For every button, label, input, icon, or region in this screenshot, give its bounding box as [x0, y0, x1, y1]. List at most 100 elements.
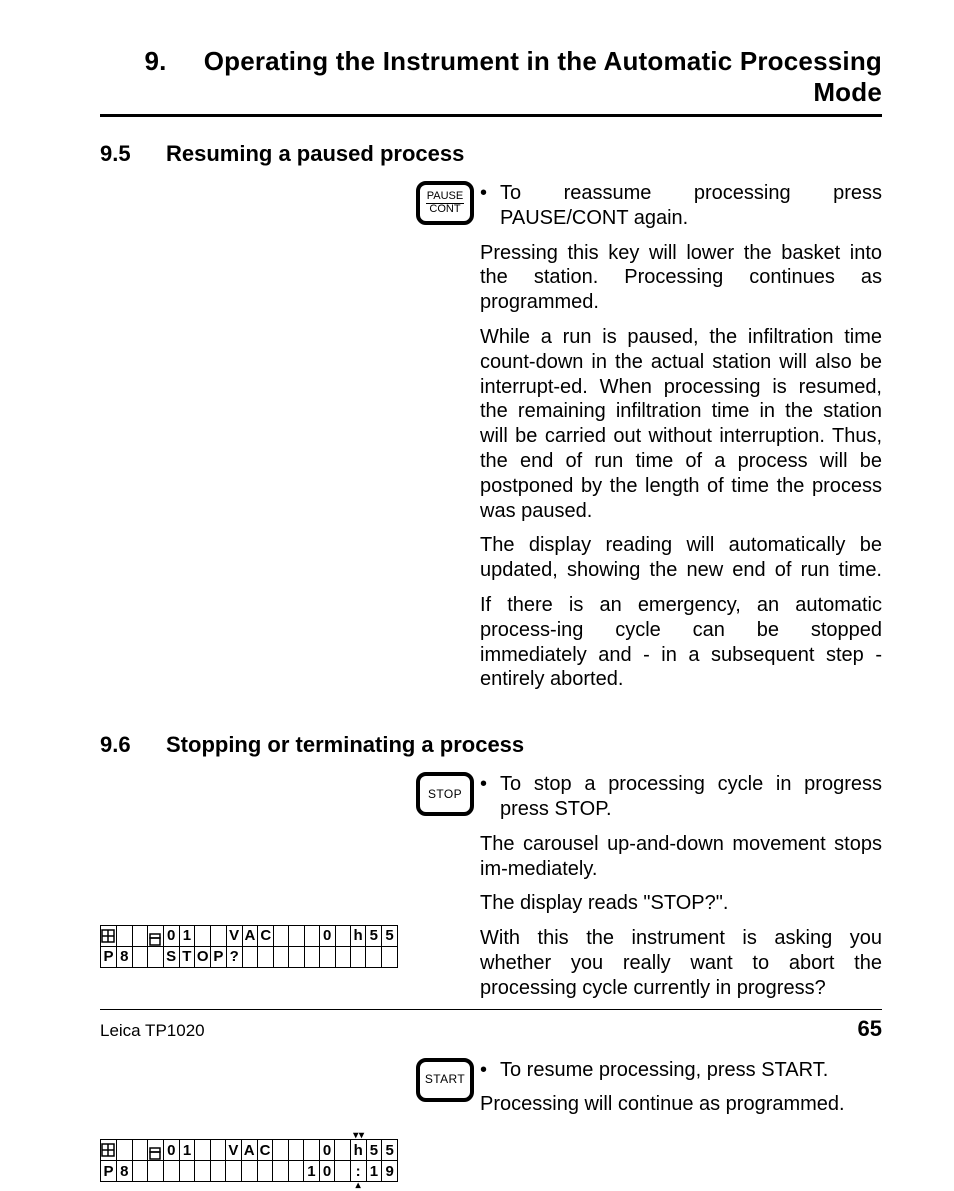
- lcd-cell: [241, 1161, 257, 1182]
- lcd-cell: [195, 925, 211, 946]
- lcd-cell: V: [226, 1140, 242, 1161]
- lcd-cell: T: [179, 946, 195, 967]
- lcd-cell: [289, 946, 304, 967]
- lcd-cell: [288, 1140, 303, 1161]
- lcd-cell: h▾ ▾: [350, 1140, 366, 1161]
- lcd-cell: P: [101, 946, 117, 967]
- lcd-cell: 1: [366, 1161, 382, 1182]
- section-9-6-start: START •To resume processing, press START…: [100, 1058, 882, 1128]
- section-title: Resuming a paused process: [166, 141, 464, 167]
- s95-p2: While a run is paused, the infiltration …: [480, 325, 882, 523]
- lcd-cell: C: [257, 1140, 273, 1161]
- lcd-cell: S: [163, 946, 179, 967]
- lcd-cell: 0: [163, 1140, 179, 1161]
- lcd-cell: 0: [163, 925, 179, 946]
- footer-product: Leica TP1020: [100, 1021, 205, 1041]
- lcd-cell: P: [211, 946, 227, 967]
- section-9-6: 9.6 Stopping or terminating a process: [100, 732, 882, 758]
- lcd-cell: 1: [179, 1140, 195, 1161]
- lcd-cell: [258, 946, 274, 967]
- stop-key-icon: STOP: [416, 772, 474, 816]
- lcd-cell: [195, 1161, 210, 1182]
- section-num: 9.5: [100, 141, 144, 167]
- pause-cont-key-icon: PAUSE CONT: [416, 181, 474, 225]
- lcd-cell: [273, 1140, 288, 1161]
- lcd-cell: [147, 946, 163, 967]
- lcd-cell: [274, 946, 289, 967]
- divider: [100, 114, 882, 117]
- s96-p2: The display reads "STOP?".: [480, 891, 882, 916]
- lcd-cell: [335, 925, 350, 946]
- lcd-cell: 0: [319, 925, 335, 946]
- page-number: 65: [858, 1016, 882, 1042]
- s95-p4: If there is an emergency, an automatic p…: [480, 593, 882, 692]
- lcd-cell: [319, 946, 335, 967]
- lcd-cell: 1: [179, 925, 195, 946]
- key-label: STOP: [427, 788, 463, 801]
- bullet-icon: •: [480, 1058, 500, 1083]
- lcd-cell: A: [241, 1140, 257, 1161]
- display-lcd-1: 01VAC0h55 P8STOP?: [100, 925, 398, 968]
- lcd-cell: [226, 1161, 242, 1182]
- lcd-cell: [289, 925, 304, 946]
- lcd-cell: ?: [226, 946, 242, 967]
- grid-icon: [101, 925, 117, 946]
- lcd-cell: [210, 1140, 225, 1161]
- lcd-cell: [335, 1140, 350, 1161]
- lcd-cell: 0: [319, 1140, 335, 1161]
- s95-p1: Pressing this key will lower the basket …: [480, 241, 882, 315]
- section-9-5-body: PAUSE CONT •To reassume processing press…: [100, 181, 882, 702]
- section-title: Stopping or terminating a process: [166, 732, 524, 758]
- lcd-cell: 5: [382, 1140, 398, 1161]
- lcd-cell: [304, 946, 319, 967]
- lcd-cell: 8: [116, 1161, 132, 1182]
- footer: Leica TP1020 65: [100, 1009, 882, 1042]
- s96-bullet2: To resume processing, press START.: [500, 1058, 882, 1083]
- lcd-cell: O: [195, 946, 211, 967]
- lcd-cell: h: [350, 925, 366, 946]
- chapter-text: Operating the Instrument in the Automati…: [204, 46, 882, 107]
- lcd-cell: 5: [382, 925, 398, 946]
- lcd-cell: 1: [304, 1161, 320, 1182]
- lcd-cell: [366, 946, 382, 967]
- lcd-cell: 8: [116, 946, 132, 967]
- lcd-cell: [132, 946, 147, 967]
- s96-p3: With this the instrument is asking you w…: [480, 926, 882, 1000]
- s96-p4: Processing will continue as programmed.: [480, 1092, 882, 1117]
- lcd-cell: [273, 1161, 288, 1182]
- divider: [100, 1009, 882, 1010]
- lcd-cell: [147, 1161, 163, 1182]
- lcd-cell: A: [242, 925, 258, 946]
- lcd-cell: [257, 1161, 273, 1182]
- lcd-cell: :▴: [350, 1161, 366, 1182]
- lcd-cell: [179, 1161, 195, 1182]
- bullet-icon: •: [480, 772, 500, 822]
- lcd-cell: [211, 925, 227, 946]
- lcd-cell: [116, 1140, 132, 1161]
- lcd-cell: [116, 925, 132, 946]
- lcd-cell: [304, 925, 319, 946]
- lcd-cell: C: [258, 925, 274, 946]
- lcd-cell: [335, 1161, 350, 1182]
- lcd-cell: [132, 925, 147, 946]
- key-label-bottom: CONT: [429, 204, 460, 216]
- basket-icon: [147, 925, 163, 946]
- lcd-cell: [132, 1161, 147, 1182]
- lcd-cell: V: [226, 925, 242, 946]
- basket-icon: [147, 1140, 163, 1161]
- lcd-cell: [132, 1140, 147, 1161]
- key-label-top: PAUSE: [426, 191, 464, 204]
- s95-p3: The display reading will automatically b…: [480, 533, 882, 583]
- lcd-cell: [274, 925, 289, 946]
- s96-p1: The carousel up-and-down movement stops …: [480, 832, 882, 882]
- section-9-5: 9.5 Resuming a paused process: [100, 141, 882, 167]
- s95-bullet1: To reassume processing press PAUSE/CONT …: [500, 181, 882, 231]
- chapter-title: 9. Operating the Instrument in the Autom…: [100, 46, 882, 114]
- display-lcd-2: 01VAC0h▾ ▾55 P810:▴19: [100, 1139, 398, 1182]
- lcd-cell: [335, 946, 350, 967]
- chapter-num: 9.: [144, 46, 166, 76]
- lcd-cell: 5: [366, 925, 382, 946]
- s96-bullet1: To stop a processing cycle in progress p…: [500, 772, 882, 822]
- grid-icon: [101, 1140, 117, 1161]
- lcd-cell: [195, 1140, 210, 1161]
